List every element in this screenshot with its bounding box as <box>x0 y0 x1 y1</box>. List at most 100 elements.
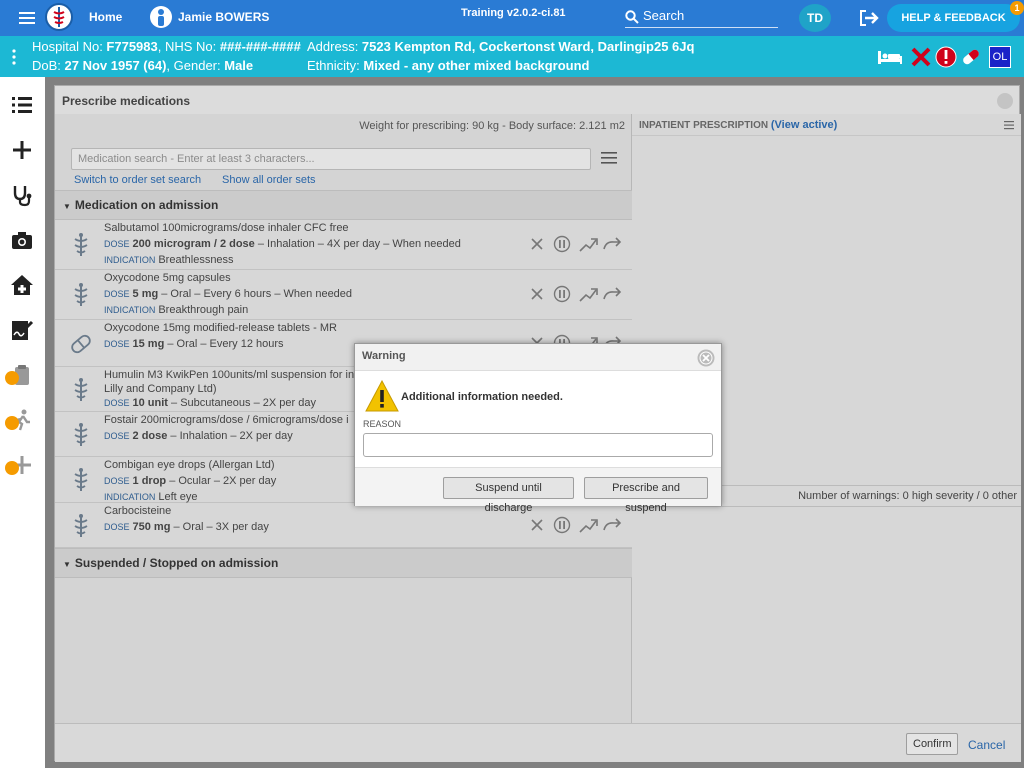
kebab-menu-icon[interactable] <box>10 48 18 66</box>
help-feedback-button[interactable]: HELP & FEEDBACK <box>887 4 1020 32</box>
collapse-caret-icon: ▼ <box>63 560 71 569</box>
modify-prescription-icon <box>579 288 598 302</box>
dose-tag: DOSE <box>104 431 130 441</box>
dose-value: 5 mg <box>132 288 159 300</box>
show-all-order-sets-link[interactable]: Show all order sets <box>222 174 316 186</box>
row-actions[interactable] <box>528 235 628 255</box>
menu-icon[interactable] <box>18 9 38 27</box>
dose-value: 15 mg <box>132 338 165 350</box>
section-suspended-stopped[interactable]: ▼ Suspended / Stopped on admission <box>55 548 632 578</box>
ethnicity-line: Ethnicity: Mixed - any other mixed backg… <box>307 58 590 73</box>
collapse-caret-icon: ▼ <box>63 202 71 211</box>
view-active-link[interactable]: (View active) <box>771 119 837 131</box>
home-care-icon[interactable] <box>10 273 34 297</box>
modify-prescription-icon <box>579 519 598 533</box>
warning-dialog: Warning Additional information needed. R… <box>354 343 722 514</box>
confirm-button[interactable]: Confirm <box>906 733 958 755</box>
stop-x-icon <box>531 288 543 300</box>
indication-tag: INDICATION <box>104 492 156 502</box>
close-x-alert-icon[interactable] <box>910 46 932 68</box>
training-version: Training v2.0.2-ci.81 <box>461 7 566 19</box>
switch-order-set-link[interactable]: Switch to order set search <box>74 174 201 186</box>
medication-row[interactable]: Oxycodone 5mg capsules DOSE 5 mg – Oral – … <box>55 270 632 320</box>
ol-badge[interactable]: OL <box>989 46 1011 68</box>
dose-line: DOSE 10 unit – Subcutaneous – 2X per day <box>104 397 316 409</box>
signature-document-icon[interactable] <box>10 318 34 342</box>
app-logo[interactable] <box>45 3 73 31</box>
caduceus-logo-icon <box>53 7 65 27</box>
lock-icon <box>5 416 19 430</box>
user-avatar[interactable]: TD <box>799 4 831 32</box>
logout-icon[interactable] <box>858 9 880 27</box>
home-link[interactable]: Home <box>89 10 122 24</box>
dose-tag: DOSE <box>104 476 130 486</box>
medication-row[interactable]: Carbocisteine DOSE 750 mg – Oral – 3X per … <box>55 503 632 548</box>
medication-name: Humulin M3 KwikPen 100units/ml suspensio… <box>104 369 355 381</box>
add-icon[interactable] <box>10 138 34 162</box>
help-badge: 1 <box>1010 1 1024 15</box>
stop-x-icon <box>531 519 543 531</box>
warning-close-icon[interactable] <box>697 349 715 367</box>
dose-tag: DOSE <box>104 289 130 299</box>
indication-value: Left eye <box>158 491 198 503</box>
dialog-footer: Confirm Cancel <box>55 723 1021 762</box>
section-medication-on-admission[interactable]: ▼ Medication on admission <box>55 190 632 220</box>
dose-line: DOSE 200 microgram / 2 dose – Inhalation … <box>104 238 461 250</box>
stethoscope-icon[interactable] <box>10 183 34 207</box>
patient-name[interactable]: Jamie BOWERS <box>178 10 269 24</box>
caduceus-icon <box>69 422 93 448</box>
dialog-title: Prescribe medications <box>62 94 191 108</box>
search-icon <box>625 10 639 24</box>
search-box[interactable]: Search <box>625 6 778 28</box>
warning-footer: Suspend until discharge Prescribe and su… <box>355 467 721 514</box>
dob: 27 Nov 1957 (64) <box>64 58 167 73</box>
row-actions[interactable] <box>528 516 628 536</box>
address-line: Address: 7523 Kempton Rd, Cockertonst Wa… <box>307 39 695 54</box>
warning-message: Additional information needed. <box>401 391 563 403</box>
medication-name: Combigan eye drops (Allergan Ltd) <box>104 459 275 471</box>
search-options-menu-icon[interactable] <box>600 151 618 165</box>
prescribe-and-suspend-button[interactable]: Prescribe and suspend <box>584 477 708 514</box>
indication-value: Breakthrough pain <box>158 304 249 316</box>
dose-line: DOSE 1 drop – Ocular – 2X per day <box>104 475 276 487</box>
dose-value: 200 microgram / 2 dose <box>132 238 255 250</box>
medication-name: Oxycodone 15mg modified-release tablets … <box>104 322 337 334</box>
search-label: Search <box>643 8 685 23</box>
dose-details: – Oral – Every 6 hours – When needed <box>158 288 353 300</box>
medication-name: Salbutamol 100micrograms/dose inhaler CF… <box>104 222 349 234</box>
warning-triangle-icon <box>365 380 399 412</box>
medication-search-input[interactable]: Medication search - Enter at least 3 cha… <box>71 148 591 170</box>
gender: Male <box>224 58 254 73</box>
caduceus-icon <box>69 282 93 308</box>
reason-input[interactable] <box>363 433 713 457</box>
medication-row[interactable]: Salbutamol 100micrograms/dose inhaler CF… <box>55 220 632 270</box>
dose-line: DOSE 5 mg – Oral – Every 6 hours – When n… <box>104 288 352 300</box>
hospital-number: F775983 <box>106 39 158 54</box>
cancel-link[interactable]: Cancel <box>968 738 1005 752</box>
caduceus-icon <box>69 467 93 493</box>
warning-title: Warning <box>355 344 721 371</box>
dose-details: – Subcutaneous – 2X per day <box>167 397 316 409</box>
dose-value: 750 mg <box>132 521 171 533</box>
medication-name: Fostair 200micrograms/dose / 6micrograms… <box>104 414 349 426</box>
medication-pill-icon[interactable] <box>960 46 982 68</box>
dose-tag: DOSE <box>104 339 130 349</box>
pill-icon <box>69 331 93 357</box>
dialog-close-icon[interactable] <box>997 93 1013 109</box>
list-icon[interactable] <box>10 93 34 117</box>
dose-tag: DOSE <box>104 239 130 249</box>
alert-exclamation-icon[interactable] <box>935 46 957 68</box>
left-rail <box>0 77 45 768</box>
inpatient-menu-icon[interactable] <box>1004 120 1014 130</box>
camera-icon[interactable] <box>10 228 34 252</box>
indication-value: Breathlessness <box>158 254 234 266</box>
row-actions[interactable] <box>528 285 628 305</box>
bed-icon[interactable] <box>876 46 904 68</box>
indication-line: INDICATION Left eye <box>104 491 197 503</box>
dose-value: 2 dose <box>132 430 168 442</box>
reason-label: REASON <box>363 419 402 429</box>
hospital-line: Hospital No: F775983, NHS No: ###-###-##… <box>32 39 301 54</box>
suspend-pause-icon <box>553 285 571 303</box>
suspend-until-discharge-button[interactable]: Suspend until discharge <box>443 477 574 514</box>
dose-details: – Inhalation – 4X per day – When needed <box>254 238 461 250</box>
